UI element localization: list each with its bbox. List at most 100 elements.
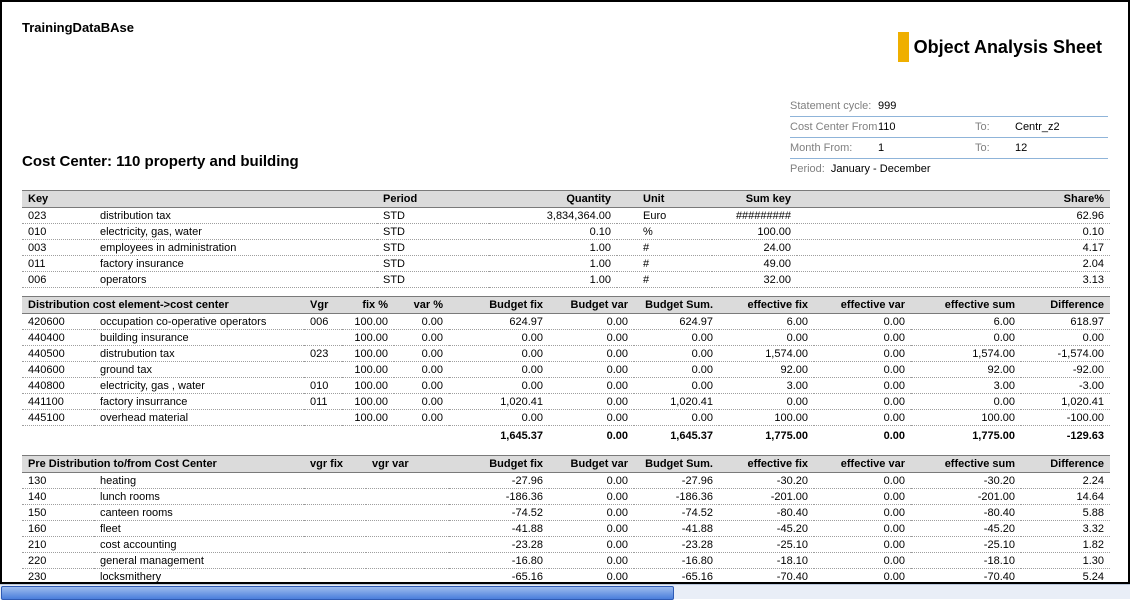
cell-effective-var: 0.00 [814,362,911,378]
key-table-row: 023distribution taxSTD3,834,364.00Euro##… [22,208,1110,224]
cell-effective-fix: -201.00 [719,489,814,505]
col-header-effective-sum: effective sum [911,456,1021,473]
cell-effective-fix: -80.40 [719,505,814,521]
distribution-table-row: 420600occupation co-operative operators0… [22,314,1110,330]
cell-name: overhead material [94,410,304,426]
cell-effective-sum: 100.00 [911,410,1021,426]
cell-effective-sum: 6.00 [911,314,1021,330]
cell-code: 420600 [22,314,94,330]
cell-effective-var: 0.00 [814,505,911,521]
col-header-effective-sum: effective sum [911,297,1021,314]
cell-difference: 14.64 [1021,489,1110,505]
cell-budget-fix: 0.00 [449,378,549,394]
pre-distribution-header-row: Pre Distribution to/from Cost Center vgr… [22,456,1110,473]
cell-vgr: 011 [304,394,342,410]
cell-budget-var: 0.00 [549,314,634,330]
cell-fix-pct: 100.00 [342,330,394,346]
cell-vgr-var [366,489,449,505]
cost-center-to-value: Centr_z2 [1015,121,1108,133]
col-header-budget-var: Budget var [549,456,634,473]
cell-var-pct: 0.00 [394,410,449,426]
cell-vgr-var [366,473,449,489]
accent-bar-icon [898,32,909,62]
cell-share: 2.04 [797,256,1110,272]
distribution-table-row: 441100factory insurrance011100.000.001,0… [22,394,1110,410]
col-header-vgr: Vgr [304,297,342,314]
key-table-header-row: Key Period Quantity Unit Sum key Share% [22,191,1110,208]
total-budget-sum: 1,645.37 [634,426,719,444]
cell-budget-var: 0.00 [549,569,634,585]
cell-fix-pct: 100.00 [342,362,394,378]
cell-difference: 1,020.41 [1021,394,1110,410]
cell-name: lunch rooms [94,489,304,505]
pre-distribution-row: 140lunch rooms-186.360.00-186.36-201.000… [22,489,1110,505]
cell-vgr-fix [304,553,366,569]
cell-fix-pct: 100.00 [342,378,394,394]
cell-sum-key: 32.00 [712,272,797,288]
distribution-totals-row: 1,645.370.001,645.371,775.000.001,775.00… [22,426,1110,444]
report-title: Object Analysis Sheet [914,37,1102,58]
col-header-difference: Difference [1021,297,1110,314]
cell-period: STD [377,256,489,272]
col-header-vgr-var: vgr var [366,456,449,473]
cell-difference: 3.32 [1021,521,1110,537]
col-header-sum-key: Sum key [712,191,797,208]
cell-budget-var: 0.00 [549,505,634,521]
cell-vgr: 010 [304,378,342,394]
cell-code: 130 [22,473,94,489]
cell-budget-sum: 0.00 [634,378,719,394]
month-from-value: 1 [878,142,975,154]
pre-distribution-row: 150canteen rooms-74.520.00-74.52-80.400.… [22,505,1110,521]
cell-share: 4.17 [797,240,1110,256]
cell-name: distrubution tax [94,346,304,362]
col-header-difference: Difference [1021,456,1110,473]
cell-code: 220 [22,553,94,569]
cell-budget-var: 0.00 [549,553,634,569]
cell-quantity: 1.00 [489,256,617,272]
cell-fix-pct: 100.00 [342,346,394,362]
cell-vgr-var [366,521,449,537]
cell-period: STD [377,272,489,288]
col-header-effective-fix: effective fix [719,297,814,314]
cell-var-pct: 0.00 [394,362,449,378]
scrollbar-thumb[interactable] [1,586,674,600]
col-header-budget-sum: Budget Sum. [634,456,719,473]
cell-budget-sum: 0.00 [634,410,719,426]
cost-center-to-label: To: [975,121,1015,133]
cell-key: 023 [22,208,94,224]
cell-share: 0.10 [797,224,1110,240]
cell-effective-fix: 1,574.00 [719,346,814,362]
cell-budget-fix: 0.00 [449,330,549,346]
cell-vgr-fix [304,537,366,553]
cell-name: general management [94,553,304,569]
cell-budget-sum: 0.00 [634,362,719,378]
cell-name: locksmithery [94,569,304,585]
distribution-table-row: 445100overhead material100.000.000.000.0… [22,410,1110,426]
param-row-cost-center: Cost Center From 110 To: Centr_z2 [790,117,1108,138]
cell-var-pct: 0.00 [394,346,449,362]
cell-name: ground tax [94,362,304,378]
cell-sum-key: 24.00 [712,240,797,256]
cell-effective-var: 0.00 [814,473,911,489]
cell-budget-sum: -27.96 [634,473,719,489]
horizontal-scrollbar[interactable] [0,584,1130,599]
cell-share: 3.13 [797,272,1110,288]
col-header-budget-sum: Budget Sum. [634,297,719,314]
cell-unit: # [617,272,712,288]
total-effective-sum: 1,775.00 [911,426,1021,444]
total-budget-var: 0.00 [549,426,634,444]
cell-effective-var: 0.00 [814,346,911,362]
cell-vgr [304,330,342,346]
cell-effective-sum: 0.00 [911,394,1021,410]
cell-code: 230 [22,569,94,585]
cell-effective-sum: -25.10 [911,537,1021,553]
cell-effective-sum: 3.00 [911,378,1021,394]
cell-difference: -92.00 [1021,362,1110,378]
key-table-row: 011factory insuranceSTD1.00#49.002.04 [22,256,1110,272]
cell-effective-fix: 6.00 [719,314,814,330]
cell-budget-sum: -186.36 [634,489,719,505]
col-header-share: Share% [797,191,1110,208]
cell-var-pct: 0.00 [394,378,449,394]
cell-budget-var: 0.00 [549,362,634,378]
cell-budget-sum: -65.16 [634,569,719,585]
